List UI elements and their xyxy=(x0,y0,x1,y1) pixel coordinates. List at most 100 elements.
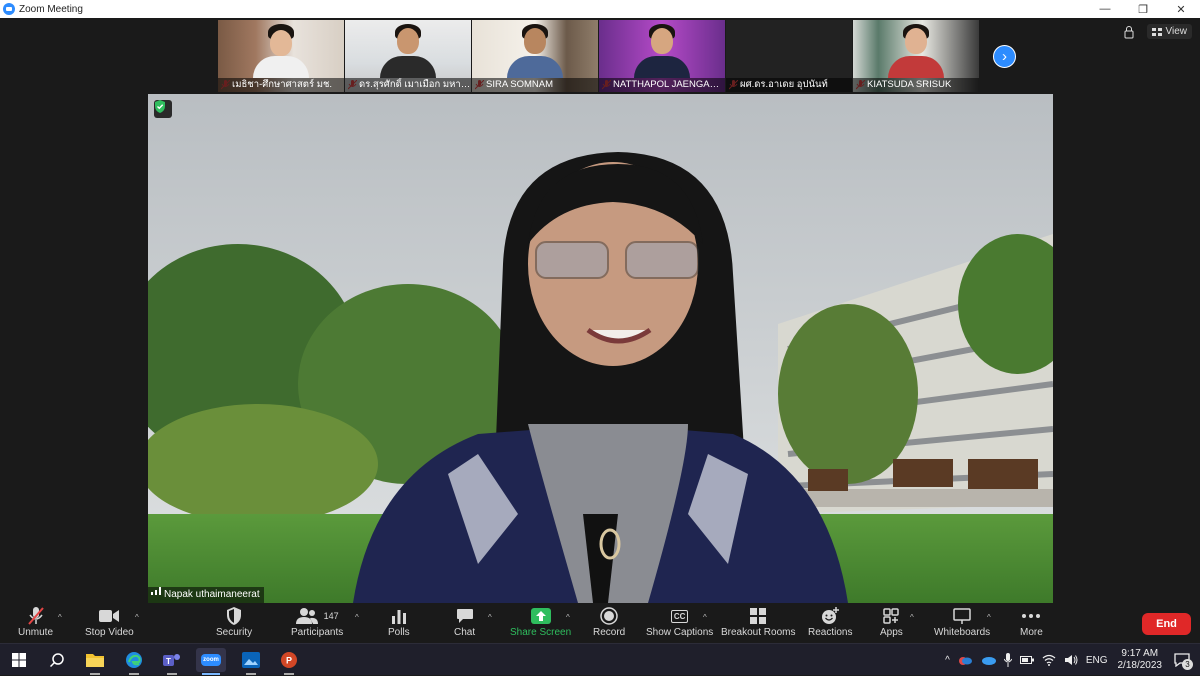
apps-button[interactable]: Apps xyxy=(880,605,903,638)
apps-options-caret-icon[interactable]: ^ xyxy=(910,613,914,622)
participant-name: ผศ.ดร.อาเดย อุปนันท์ xyxy=(726,78,852,92)
share-options-caret-icon[interactable]: ^ xyxy=(566,613,570,622)
top-right-controls: View xyxy=(1123,24,1192,39)
unmute-button[interactable]: Unmute xyxy=(18,605,53,638)
close-icon[interactable]: ✕ xyxy=(1162,0,1200,18)
security-label: Security xyxy=(216,627,253,638)
participant-name: SIRA SOMNAM xyxy=(472,78,598,92)
participant-name: ดร.สุรศักดิ์ เมาเมือก มหาวิทยา… xyxy=(345,78,471,92)
notification-count: 3 xyxy=(1182,659,1193,670)
shield-icon xyxy=(227,607,242,625)
participant-name: เมธิชา-ศึกษาศาสตร์ มช. xyxy=(218,78,344,92)
chat-bubble-icon xyxy=(456,609,473,623)
polls-icon xyxy=(391,610,406,624)
search-icon[interactable] xyxy=(42,648,72,672)
windows-taskbar: T zoom P ^ ENG 9:17 AM 2/18/2023 3 xyxy=(0,643,1200,675)
notification-center-button[interactable]: 3 xyxy=(1170,649,1194,671)
more-label: More xyxy=(1020,627,1043,638)
restore-icon[interactable]: ❐ xyxy=(1124,0,1162,18)
whiteboard-icon xyxy=(953,608,971,624)
stop-video-label: Stop Video xyxy=(85,627,134,638)
video-camera-icon xyxy=(99,610,120,622)
wifi-icon[interactable] xyxy=(1042,654,1056,666)
participant-tile[interactable]: NATTHAPOL JAENGAK… xyxy=(599,20,725,92)
meeting-toolbar: Unmute ^ Stop Video ^ Security 147 Parti… xyxy=(0,603,1200,643)
show-captions-label: Show Captions xyxy=(646,627,714,638)
svg-text:P: P xyxy=(286,656,292,666)
windows-start-icon[interactable] xyxy=(4,648,34,672)
window-controls: — ❐ ✕ xyxy=(1086,0,1200,18)
chat-button[interactable]: Chat xyxy=(454,605,475,638)
chevron-up-icon[interactable]: ^ xyxy=(945,655,950,666)
whiteboards-options-caret-icon[interactable]: ^ xyxy=(987,613,991,622)
share-screen-label: Share Screen xyxy=(510,627,572,638)
teams-icon[interactable]: T xyxy=(157,648,187,675)
video-options-caret-icon[interactable]: ^ xyxy=(135,613,139,622)
record-label: Record xyxy=(593,627,626,638)
speaker-volume-icon[interactable] xyxy=(1064,654,1078,666)
reactions-label: Reactions xyxy=(808,627,853,638)
file-explorer-icon[interactable] xyxy=(80,648,110,675)
reactions-button[interactable]: Reactions xyxy=(808,605,852,638)
title-bar: Zoom Meeting — ❐ ✕ xyxy=(0,0,1200,18)
powerpoint-icon[interactable]: P xyxy=(274,648,304,675)
participant-name: NATTHAPOL JAENGAK… xyxy=(599,78,725,92)
participants-icon xyxy=(295,608,318,624)
window-title: Zoom Meeting xyxy=(19,3,83,15)
apps-label: Apps xyxy=(880,627,903,638)
whiteboards-button[interactable]: Whiteboards xyxy=(934,605,990,638)
onedrive-icon[interactable] xyxy=(980,655,996,665)
next-page-button[interactable]: › xyxy=(993,45,1016,68)
participant-tile[interactable]: SIRA SOMNAM xyxy=(472,20,598,92)
clock-date: 2/18/2023 xyxy=(1117,660,1163,671)
battery-icon[interactable] xyxy=(1019,655,1034,665)
microphone-icon[interactable] xyxy=(1003,653,1012,667)
privacy-shield-icon[interactable] xyxy=(1123,25,1135,39)
participants-label: Participants xyxy=(291,627,344,638)
breakout-rooms-icon xyxy=(750,608,767,624)
photos-icon[interactable] xyxy=(236,648,266,675)
participant-tile[interactable]: ผศ.ดร.อาเดย อุปนันท์ xyxy=(726,20,852,92)
captions-icon: CC xyxy=(670,609,689,623)
edge-icon[interactable] xyxy=(119,648,149,675)
audio-options-caret-icon[interactable]: ^ xyxy=(58,613,62,622)
more-button[interactable]: More xyxy=(1020,605,1043,638)
apps-icon xyxy=(883,608,900,624)
participant-name: KIATSUDA SRISUK xyxy=(853,78,979,92)
polls-label: Polls xyxy=(388,627,410,638)
active-speaker-video[interactable]: Napak uthaimaneerat xyxy=(148,94,1053,603)
minimize-icon[interactable]: — xyxy=(1086,0,1124,18)
signal-strength-icon xyxy=(151,587,161,595)
participants-button[interactable]: 147 Participants xyxy=(291,605,343,638)
breakout-rooms-button[interactable]: Breakout Rooms xyxy=(721,605,795,638)
chevron-right-icon: › xyxy=(1002,48,1007,65)
grid-view-icon xyxy=(1151,27,1162,36)
zoom-icon[interactable]: zoom xyxy=(196,648,226,675)
participant-tile[interactable]: เมธิชา-ศึกษาศาสตร์ มช. xyxy=(218,20,344,92)
breakout-rooms-label: Breakout Rooms xyxy=(721,627,796,638)
zoom-logo-icon xyxy=(3,3,15,15)
cloud-sync-icon[interactable] xyxy=(958,654,972,666)
clock[interactable]: 9:17 AM 2/18/2023 xyxy=(1118,648,1163,672)
view-button[interactable]: View xyxy=(1146,24,1192,39)
language-indicator[interactable]: ENG xyxy=(1086,655,1108,666)
polls-button[interactable]: Polls xyxy=(388,605,410,638)
speaker-video-frame xyxy=(148,94,1053,603)
system-tray: ^ ENG 9:17 AM 2/18/2023 3 xyxy=(941,644,1200,676)
chat-options-caret-icon[interactable]: ^ xyxy=(488,613,492,622)
stop-video-button[interactable]: Stop Video xyxy=(85,605,134,638)
record-button[interactable]: Record xyxy=(593,605,625,638)
participants-options-caret-icon[interactable]: ^ xyxy=(355,613,359,622)
share-screen-button[interactable]: Share Screen xyxy=(510,605,571,638)
chat-label: Chat xyxy=(454,627,476,638)
end-meeting-button[interactable]: End xyxy=(1142,613,1191,635)
view-label: View xyxy=(1165,26,1188,37)
security-button[interactable]: Security xyxy=(216,605,252,638)
captions-options-caret-icon[interactable]: ^ xyxy=(703,613,707,622)
participant-tile[interactable]: KIATSUDA SRISUK xyxy=(853,20,979,92)
share-screen-icon xyxy=(530,608,551,624)
unmute-label: Unmute xyxy=(18,627,54,638)
participant-tile[interactable]: ดร.สุรศักดิ์ เมาเมือก มหาวิทยา… xyxy=(345,20,471,92)
svg-text:T: T xyxy=(166,657,171,666)
encryption-shield-icon[interactable] xyxy=(154,100,172,118)
